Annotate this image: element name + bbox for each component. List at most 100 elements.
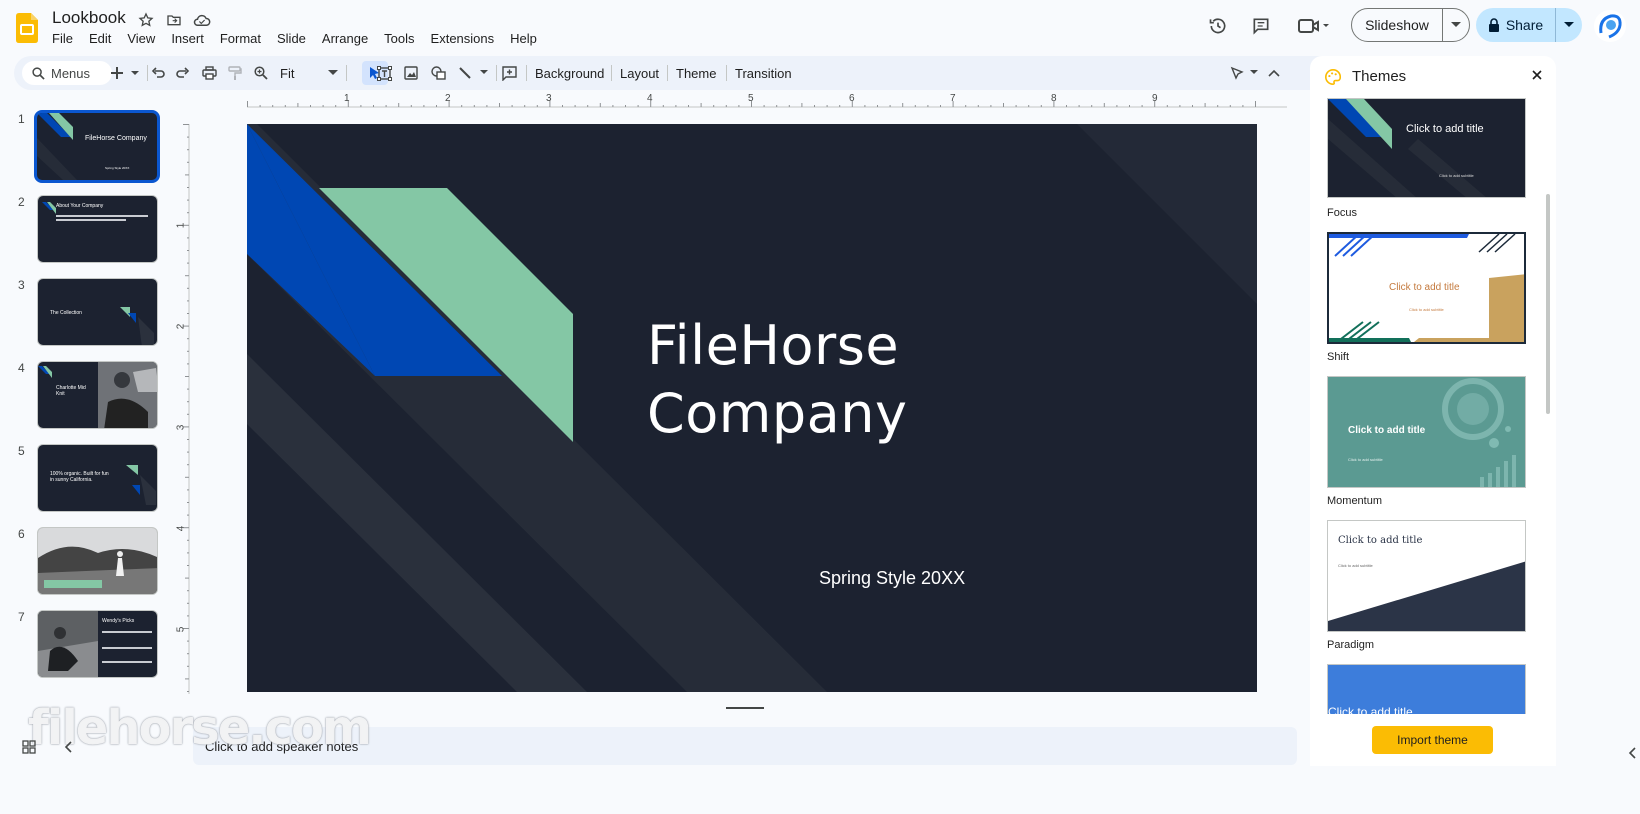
meet-video-icon[interactable] xyxy=(1296,14,1332,38)
transition-button[interactable]: Transition xyxy=(735,56,792,90)
chevron-down-icon[interactable] xyxy=(478,69,490,77)
menu-slide[interactable]: Slide xyxy=(269,31,314,47)
cloud-saved-icon[interactable] xyxy=(192,10,212,30)
new-slide-button[interactable] xyxy=(110,56,142,90)
theme-preview-title: Click to add title xyxy=(1338,535,1423,546)
slide-thumbnail-7[interactable]: Wendy's Picks xyxy=(37,610,158,678)
ruler-label: 5 xyxy=(748,93,754,104)
slide-thumbnail-3[interactable]: The Collection xyxy=(37,278,158,346)
panel-scrollbar[interactable] xyxy=(1546,194,1550,414)
theme-list[interactable]: Click to add title Click to add subtitle… xyxy=(1310,98,1556,714)
slide-number: 2 xyxy=(18,195,25,209)
search-icon xyxy=(32,66,45,80)
app-header: Lookbook File Edit View Insert Format Sl… xyxy=(0,0,1640,52)
chevron-down-icon xyxy=(328,70,338,75)
slide-title-line-1: FileHorse xyxy=(647,314,900,377)
background-button[interactable]: Background xyxy=(535,56,604,90)
account-avatar[interactable] xyxy=(1594,10,1626,42)
star-icon[interactable] xyxy=(136,10,156,30)
menu-file[interactable]: File xyxy=(44,31,81,47)
theme-preview-title: Click to add title xyxy=(1406,123,1484,135)
text-box-icon[interactable] xyxy=(377,56,392,90)
print-icon[interactable] xyxy=(202,56,217,90)
slide-thumbnail-2[interactable]: About Your Company xyxy=(37,195,158,263)
document-title[interactable]: Lookbook xyxy=(52,8,126,28)
collapse-toolbar-icon[interactable] xyxy=(1268,56,1280,90)
notes-resize-handle[interactable] xyxy=(726,707,764,709)
paint-format-icon[interactable] xyxy=(228,56,242,90)
chevron-left-icon[interactable] xyxy=(1628,746,1638,765)
slide-thumbnail-5[interactable]: 100% organic. Built for fun in sunny Cal… xyxy=(37,444,158,512)
import-theme-button[interactable]: Import theme xyxy=(1372,726,1493,754)
slide-thumbnail-1[interactable]: FileHorse Company Spring Style 20XX xyxy=(34,110,160,183)
theme-card-shift[interactable]: Click to add title Click to add subtitle xyxy=(1327,232,1526,344)
menu-edit[interactable]: Edit xyxy=(81,31,119,47)
theme-card-momentum[interactable]: Click to add title Click to add subtitle xyxy=(1327,376,1526,488)
slide-title[interactable]: FileHorse Company xyxy=(647,312,907,448)
menu-view[interactable]: View xyxy=(119,31,163,47)
layout-button[interactable]: Layout xyxy=(620,56,659,90)
slideshow-button[interactable]: Slideshow xyxy=(1351,8,1470,42)
ruler-label: 5 xyxy=(175,626,187,633)
version-history-icon[interactable] xyxy=(1206,14,1230,38)
slide-number: 3 xyxy=(18,278,25,292)
slide-number: 1 xyxy=(18,112,25,126)
theme-card-focus[interactable]: Click to add title Click to add subtitle xyxy=(1327,98,1526,198)
ruler-label: 7 xyxy=(950,93,956,104)
slides-logo-icon[interactable] xyxy=(16,13,38,43)
chevron-down-icon[interactable] xyxy=(1248,69,1260,77)
collapse-filmstrip-icon[interactable] xyxy=(64,740,74,759)
watermark-logo: filehorse.com xyxy=(28,700,372,756)
move-folder-icon[interactable] xyxy=(164,10,184,30)
share-main[interactable]: Share xyxy=(1476,8,1556,42)
menu-extensions[interactable]: Extensions xyxy=(423,31,503,47)
theme-preview-subtitle: Click to add subtitle xyxy=(1409,307,1444,312)
theme-card-next[interactable]: Click to add title xyxy=(1327,664,1526,714)
slide-title-line-2: Company xyxy=(647,382,908,445)
thumb-title: About Your Company xyxy=(56,203,104,209)
redo-icon[interactable] xyxy=(176,56,190,90)
menu-tools[interactable]: Tools xyxy=(376,31,422,47)
slide-thumbnail-6[interactable] xyxy=(37,527,158,595)
slide-canvas[interactable]: FileHorse Company Spring Style 20XX xyxy=(247,124,1257,692)
comments-icon[interactable] xyxy=(1249,14,1273,38)
plus-icon xyxy=(111,67,123,79)
ruler-label: 8 xyxy=(1051,93,1057,104)
share-dropdown-icon[interactable] xyxy=(1556,8,1582,42)
share-label: Share xyxy=(1505,17,1544,33)
ruler-label: 9 xyxy=(1152,93,1158,104)
close-icon[interactable] xyxy=(1530,68,1544,87)
ruler-label: 3 xyxy=(546,93,552,104)
line-icon[interactable] xyxy=(458,56,490,90)
share-button[interactable]: Share xyxy=(1476,8,1582,42)
horizontal-ruler[interactable]: 1 2 3 4 5 6 7 8 9 xyxy=(247,93,1287,108)
undo-icon[interactable] xyxy=(151,56,165,90)
menu-arrange[interactable]: Arrange xyxy=(314,31,376,47)
pen-tool-icon[interactable] xyxy=(1230,56,1260,90)
theme-card-paradigm[interactable]: Click to add title Click to add subtitle xyxy=(1327,520,1526,632)
slideshow-dropdown-icon[interactable] xyxy=(1443,9,1469,41)
menu-format[interactable]: Format xyxy=(212,31,269,47)
menu-insert[interactable]: Insert xyxy=(163,31,212,47)
palette-icon xyxy=(1324,68,1342,91)
slide-subtitle[interactable]: Spring Style 20XX xyxy=(819,568,965,589)
chevron-down-icon[interactable] xyxy=(128,68,142,78)
ruler-label: 4 xyxy=(175,525,187,532)
search-menus-input[interactable]: Menus xyxy=(22,61,112,85)
shape-icon[interactable] xyxy=(431,56,447,90)
zoom-select[interactable]: Fit xyxy=(280,56,338,90)
theme-preview-title: Click to add title xyxy=(1389,282,1460,293)
thumb-title: Charlotte Mid Knit xyxy=(56,385,86,397)
image-icon[interactable] xyxy=(404,56,418,90)
ruler-label: 6 xyxy=(849,93,855,104)
main-toolbar: Menus Fit Background Layout Theme Transi… xyxy=(14,56,1350,90)
vertical-ruler[interactable]: 1 2 3 4 5 xyxy=(175,124,190,694)
zoom-icon[interactable] xyxy=(254,56,268,90)
slideshow-label[interactable]: Slideshow xyxy=(1352,9,1443,41)
theme-button[interactable]: Theme xyxy=(676,56,716,90)
theme-preview-title: Click to add title xyxy=(1348,425,1426,436)
grid-view-icon[interactable] xyxy=(22,740,36,759)
menu-help[interactable]: Help xyxy=(502,31,545,47)
slide-thumbnail-4[interactable]: Charlotte Mid Knit xyxy=(37,361,158,429)
add-comment-icon[interactable] xyxy=(502,56,517,90)
